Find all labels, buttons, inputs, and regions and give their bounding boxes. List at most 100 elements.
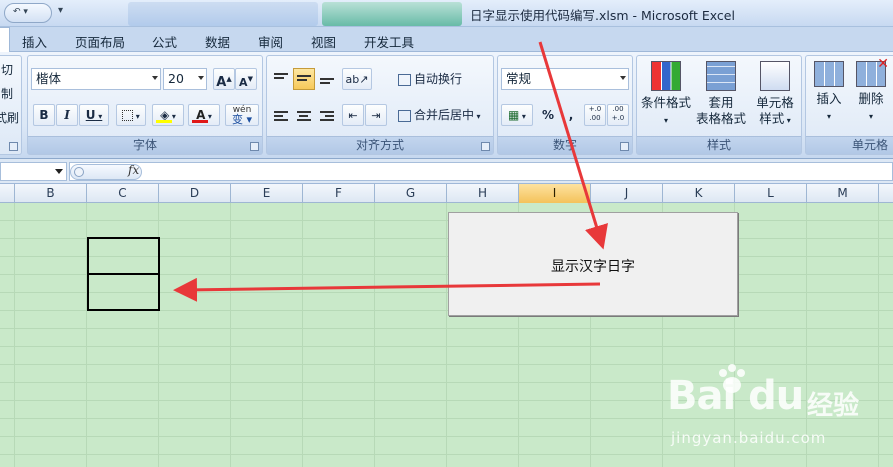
column-header-j[interactable]: J <box>591 184 663 203</box>
number-group: 常规 ▦ ▾ % , +.0 .00 .00 +.0 数字 <box>497 55 633 155</box>
number-group-label: 数字 <box>498 136 632 154</box>
cells-group: 插入 ▾ ✕ 删除 ▾ 单元格 <box>805 55 893 155</box>
tab-view[interactable]: 视图 <box>311 32 336 51</box>
cell-styles-icon <box>760 61 790 91</box>
chevron-down-icon <box>620 76 626 80</box>
column-header-b[interactable]: B <box>15 184 87 203</box>
currency-icon: ▦ <box>508 108 520 122</box>
wrap-text-icon <box>398 73 411 86</box>
tab-page-layout[interactable]: 页面布局 <box>75 32 125 51</box>
font-group: 楷体 20 A▲ A▼ B I U ▾ ▾ ◈ ▾ A ▾ wén 变 ▾ 字体 <box>27 55 263 155</box>
customize-qat-icon[interactable]: ▾ <box>58 5 63 16</box>
merge-center-button[interactable]: 合并后居中 ▾ <box>397 104 493 126</box>
column-header-f[interactable]: F <box>303 184 375 203</box>
alignment-launcher-icon[interactable] <box>481 142 490 151</box>
tab-home[interactable] <box>0 27 10 52</box>
column-header-m[interactable]: M <box>807 184 879 203</box>
chevron-down-icon <box>152 76 158 80</box>
align-right-button[interactable] <box>316 104 338 126</box>
undo-icon[interactable]: ↶ ▾ <box>13 7 28 17</box>
font-name-combo[interactable]: 楷体 <box>31 68 161 90</box>
show-ri-character-button[interactable]: 显示汉字日字 <box>448 212 738 316</box>
align-bottom-button[interactable] <box>316 68 338 90</box>
gridline <box>446 203 447 467</box>
number-launcher-icon[interactable] <box>620 142 629 151</box>
gridline <box>374 203 375 467</box>
font-size-value: 20 <box>168 71 184 86</box>
align-middle-button[interactable] <box>293 68 315 90</box>
text-orientation-icon: ab↗ <box>345 73 369 86</box>
increase-indent-button[interactable]: ⇥ <box>365 104 387 126</box>
column-header-a[interactable] <box>0 184 15 203</box>
font-size-combo[interactable]: 20 <box>163 68 207 90</box>
wrap-text-button[interactable]: 自动换行 <box>397 68 492 90</box>
align-top-icon <box>274 73 288 79</box>
column-header-g[interactable]: G <box>375 184 447 203</box>
align-center-button[interactable] <box>293 104 315 126</box>
gridline <box>230 203 231 467</box>
grow-font-button[interactable]: A▲ <box>213 68 235 90</box>
tab-review[interactable]: 审阅 <box>258 32 283 51</box>
number-format-combo[interactable]: 常规 <box>501 68 629 90</box>
tab-insert[interactable]: 插入 <box>22 32 47 51</box>
insert-function-button[interactable]: fx <box>128 163 139 177</box>
orientation-button[interactable]: ab↗ <box>342 68 372 90</box>
align-bottom-icon <box>320 78 334 84</box>
ri-character-cells[interactable] <box>87 237 160 311</box>
shrink-font-button[interactable]: A▼ <box>235 68 257 90</box>
accounting-format-button[interactable]: ▦ ▾ <box>501 104 533 126</box>
tab-formulas[interactable]: 公式 <box>152 32 177 51</box>
fill-color-button[interactable]: ◈ ▾ <box>152 104 184 126</box>
delete-cells-button[interactable]: ✕ 删除 ▾ <box>852 56 890 125</box>
tab-data[interactable]: 数据 <box>205 32 230 51</box>
align-left-button[interactable] <box>270 104 292 126</box>
title-bar: ↶ ▾ ▾ 日字显示使用代码编写.xlsm - Microsoft Excel <box>0 0 893 27</box>
font-launcher-icon[interactable] <box>250 142 259 151</box>
column-header-e[interactable]: E <box>231 184 303 203</box>
watermark-url: jingyan.baidu.com <box>671 429 827 447</box>
format-as-table-button[interactable]: 套用表格格式 ▾ <box>695 61 747 147</box>
cut-button[interactable]: 切 <box>1 61 13 78</box>
font-color-button[interactable]: A ▾ <box>188 104 220 126</box>
conditional-formatting-button[interactable]: 条件格式 ▾ <box>639 61 693 129</box>
watermark-logo: Bai du <box>667 373 804 419</box>
expand-icon[interactable] <box>74 167 84 177</box>
italic-button[interactable]: I <box>56 104 78 126</box>
copy-button[interactable]: 制 <box>1 85 13 102</box>
phonetic-guide-button[interactable]: wén 变 ▾ <box>225 104 259 126</box>
gridline <box>878 203 879 467</box>
format-painter-button[interactable]: 式刷 <box>0 109 19 126</box>
watermark-text: 经验 <box>807 391 860 421</box>
column-header-l[interactable]: L <box>735 184 807 203</box>
font-group-label: 字体 <box>28 136 262 154</box>
increase-decimal-button[interactable]: +.0 .00 <box>584 104 606 126</box>
align-top-button[interactable] <box>270 68 292 90</box>
tab-developer[interactable]: 开发工具 <box>364 32 414 51</box>
insert-cells-button[interactable]: 插入 ▾ <box>810 61 848 125</box>
styles-group-label: 样式 <box>637 136 801 154</box>
formula-input[interactable]: fx <box>69 162 893 181</box>
styles-group: 条件格式▾ 套用表格格式 ▾ 单元格样式 ▾ 样式 <box>636 55 802 155</box>
column-header-n[interactable] <box>879 184 893 203</box>
comma-style-button[interactable]: , <box>560 104 582 126</box>
column-header-h[interactable]: H <box>447 184 519 203</box>
alignment-group: ab↗ 自动换行 ⇤ ⇥ 合并后居中 ▾ 对齐方式 <box>266 55 494 155</box>
quick-access-toolbar[interactable]: ↶ ▾ <box>4 3 52 23</box>
name-box[interactable] <box>0 162 67 181</box>
chevron-down-icon <box>55 169 63 174</box>
clipboard-launcher-icon[interactable] <box>9 142 18 151</box>
column-header-k[interactable]: K <box>663 184 735 203</box>
number-format-value: 常规 <box>506 71 532 86</box>
column-header-d[interactable]: D <box>159 184 231 203</box>
column-header-i[interactable]: I <box>519 184 591 203</box>
percent-style-button[interactable]: % <box>537 104 559 126</box>
decrease-indent-button[interactable]: ⇤ <box>342 104 364 126</box>
underline-button[interactable]: U ▾ <box>79 104 109 126</box>
cell-styles-button[interactable]: 单元格 样式 ▾ <box>749 61 801 129</box>
bold-button[interactable]: B <box>33 104 55 126</box>
decrease-indent-icon: ⇤ <box>348 109 358 122</box>
borders-button[interactable]: ▾ <box>116 104 146 126</box>
decrease-decimal-button[interactable]: .00 +.0 <box>607 104 629 126</box>
alignment-group-label: 对齐方式 <box>267 136 493 154</box>
column-header-c[interactable]: C <box>87 184 159 203</box>
